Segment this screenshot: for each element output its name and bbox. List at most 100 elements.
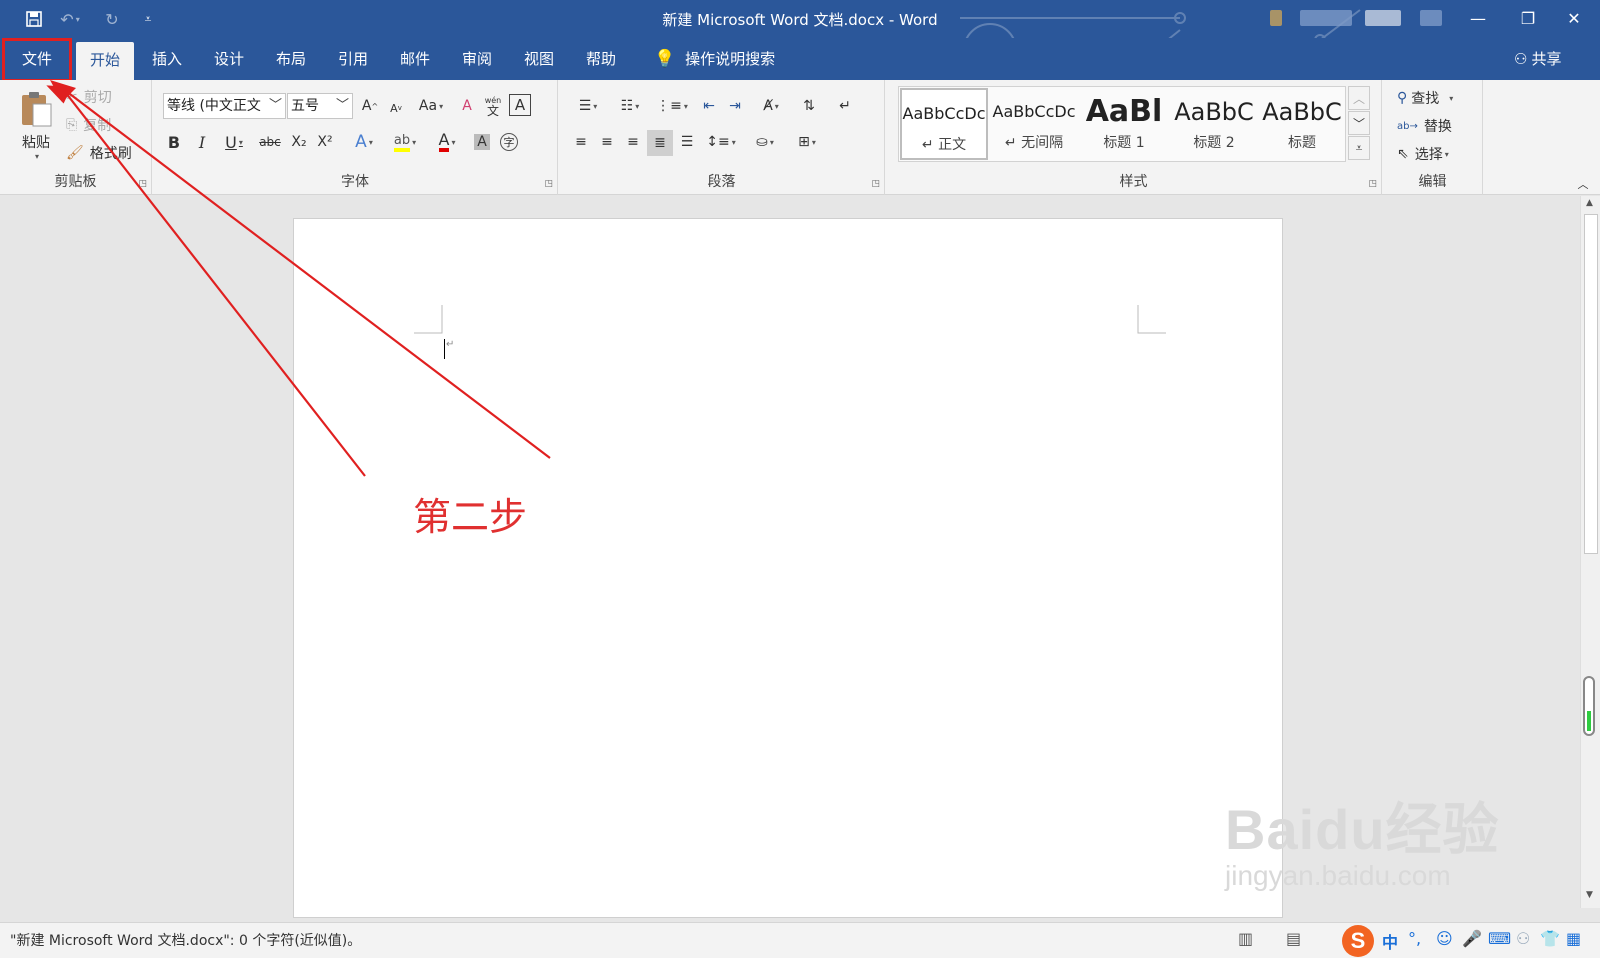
style-heading-1[interactable]: AaBl 标题 1 [1080, 88, 1168, 160]
text-effects-button[interactable]: A ▾ [347, 130, 381, 154]
scroll-down-arrow-icon[interactable]: ▼ [1586, 890, 1593, 900]
word-count-status[interactable]: "新建 Microsoft Word 文档.docx": 0 个字符(近似值)。 [10, 930, 361, 950]
decrease-indent-button[interactable]: ⇤ [697, 94, 721, 118]
vertical-scrollbar[interactable]: ▲ ▼ [1580, 196, 1600, 908]
superscript-button[interactable]: X² [313, 130, 337, 154]
sort-icon: ⇅ [803, 98, 815, 114]
tab-design[interactable]: 设计 [200, 38, 258, 80]
skin-icon[interactable]: 👕 [1540, 929, 1560, 948]
restore-button[interactable]: ❐ [1505, 0, 1551, 36]
shading-button[interactable]: ⛀ ▾ [747, 130, 783, 154]
paste-button[interactable]: 粘贴 ▾ [14, 86, 58, 164]
dialog-launcher-icon[interactable]: ◳ [138, 179, 147, 189]
ime-mode[interactable]: 中 [1382, 929, 1398, 953]
cut-button[interactable]: ✂ 剪切 [66, 86, 112, 108]
dialog-launcher-icon[interactable]: ◳ [1368, 179, 1377, 189]
increase-indent-button[interactable]: ⇥ [723, 94, 747, 118]
align-right-icon: ≡ [627, 134, 639, 150]
tab-insert[interactable]: 插入 [138, 38, 196, 80]
cursor-icon: ⇖ [1397, 146, 1409, 162]
replace-button[interactable]: ab→ 替换 [1397, 114, 1452, 138]
numbering-button[interactable]: ☷ ▾ [611, 94, 649, 118]
window-title: 新建 Microsoft Word 文档.docx - Word [662, 11, 938, 29]
find-button[interactable]: ⚲ 查找 ▾ [1397, 86, 1453, 110]
chevron-down-icon: ﹀ [266, 94, 282, 118]
select-button[interactable]: ⇖ 选择 ▾ [1397, 142, 1449, 166]
borders-button[interactable]: ⊞ ▾ [789, 130, 825, 154]
microphone-icon[interactable]: 🎤 [1462, 929, 1482, 948]
grow-font-button[interactable]: A ^ [359, 95, 381, 117]
tell-me-search[interactable]: 💡 操作说明搜索 [640, 38, 789, 80]
style-title[interactable]: AaBbC 标题 [1258, 88, 1346, 160]
font-size-combo[interactable]: 五号 ﹀ [287, 93, 353, 119]
tab-view[interactable]: 视图 [510, 38, 568, 80]
format-painter-button[interactable]: 🖌 格式刷 [66, 142, 132, 164]
underline-button[interactable]: U ▾ [217, 130, 251, 154]
char-shading-button[interactable]: A [471, 130, 493, 154]
tab-layout[interactable]: 布局 [262, 38, 320, 80]
change-case-button[interactable]: Aa ▾ [413, 95, 449, 117]
styles-more-button[interactable]: ⩡ [1348, 136, 1370, 160]
font-name-value: 等线 (中文正文 [167, 98, 261, 114]
highlight-color-button[interactable]: ab ▾ [387, 130, 423, 154]
print-layout-icon[interactable]: ▤ [1286, 929, 1301, 948]
tab-mailings[interactable]: 邮件 [386, 38, 444, 80]
close-button[interactable]: ✕ [1551, 0, 1597, 36]
ribbon-tabs: 文件 开始 插入 设计 布局 引用 邮件 审阅 视图 帮助 💡 操作说明搜索 ⚇ 共… [0, 38, 1600, 80]
align-left-button[interactable]: ≡ [569, 130, 593, 154]
chinese-layout-icon: Ⱥ [763, 98, 773, 114]
line-spacing-button[interactable]: ↕≡ ▾ [703, 130, 739, 154]
paragraph-group-label: 段落 [707, 174, 736, 190]
lightbulb-icon: 💡 [654, 49, 676, 69]
phonetic-guide-button[interactable]: wén 文 [481, 93, 505, 119]
tab-review[interactable]: 审阅 [448, 38, 506, 80]
keyboard-icon[interactable]: ⌨ [1488, 929, 1511, 948]
grid-menu-icon[interactable]: ▦ [1566, 929, 1581, 948]
align-center-button[interactable]: ≡ [595, 130, 619, 154]
clipboard-icon [22, 91, 52, 126]
justify-button[interactable]: ≣ [647, 130, 673, 156]
clear-formatting-button[interactable]: A [455, 95, 479, 117]
dialog-launcher-icon[interactable]: ◳ [544, 179, 553, 189]
style-no-spacing[interactable]: AaBbCcDc ↵ 无间隔 [990, 88, 1078, 160]
numbered-list-icon: ☷ [620, 98, 634, 114]
styles-scroll-down-button[interactable]: ﹀ [1348, 111, 1370, 135]
share-button[interactable]: ⚇ 共享 [1500, 38, 1575, 80]
enclose-chars-button[interactable]: 字 [497, 130, 521, 154]
font-color-button[interactable]: A ▾ [429, 130, 465, 154]
subscript-button[interactable]: X₂ [287, 130, 311, 154]
bullets-button[interactable]: ☰ ▾ [569, 94, 607, 118]
user-icon[interactable]: ⚇ [1516, 929, 1530, 948]
sort-button[interactable]: ⇅ [797, 94, 821, 118]
font-name-combo[interactable]: 等线 (中文正文 ﹀ [163, 93, 286, 119]
emoji-icon[interactable]: ☺ [1436, 929, 1453, 948]
tab-home[interactable]: 开始 [76, 42, 135, 80]
minimize-button[interactable]: — [1455, 0, 1501, 36]
italic-button[interactable]: I [191, 130, 213, 154]
tab-help[interactable]: 帮助 [572, 38, 630, 80]
distributed-button[interactable]: ☰ [675, 130, 699, 154]
ime-punctuation[interactable]: °, [1408, 929, 1421, 948]
dialog-launcher-icon[interactable]: ◳ [871, 179, 880, 189]
strikethrough-button[interactable]: abc [257, 130, 283, 154]
tab-references[interactable]: 引用 [324, 38, 382, 80]
scrollbar-thumb[interactable] [1584, 214, 1598, 554]
styles-scroll-up-button[interactable]: ︿ [1348, 86, 1370, 110]
bold-button[interactable]: B [163, 130, 185, 154]
show-marks-button[interactable]: ↵ [833, 94, 857, 118]
word-window: ↶ ▾ ↻ ⩡ 新建 Microsoft Word 文档.docx - Word … [0, 0, 1600, 958]
multilevel-list-button[interactable]: ⋮≡ ▾ [653, 94, 691, 118]
document-page[interactable]: ↵ [293, 218, 1283, 918]
copy-button[interactable]: ⎘ 复制 [66, 114, 111, 136]
chinese-layout-button[interactable]: Ⱥ ▾ [753, 94, 789, 118]
char-border-button[interactable]: A [509, 94, 531, 116]
style-heading-2[interactable]: AaBbC 标题 2 [1170, 88, 1258, 160]
style-normal[interactable]: AaBbCcDc ↵ 正文 [900, 88, 988, 160]
copy-icon: ⎘ [66, 117, 78, 133]
sogou-ime-logo[interactable]: S [1342, 925, 1374, 957]
shrink-font-button[interactable]: Av [385, 97, 407, 119]
scroll-up-arrow-icon[interactable]: ▲ [1586, 198, 1593, 208]
read-mode-icon[interactable]: ▥ [1238, 929, 1253, 948]
align-right-button[interactable]: ≡ [621, 130, 645, 154]
collapse-ribbon-button[interactable]: ︿ [1575, 176, 1591, 192]
